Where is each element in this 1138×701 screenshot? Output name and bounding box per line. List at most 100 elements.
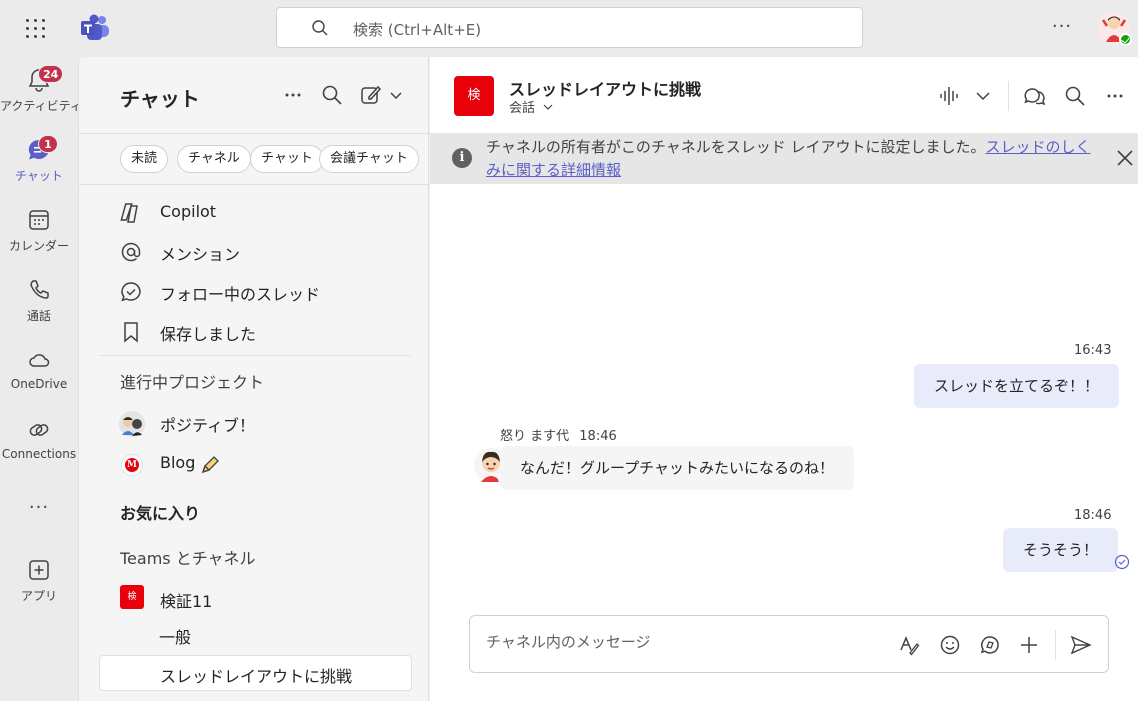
channel-pane: 検 スレッドレイアウトに挑戦 会話 i チャネルの所有者がこのチャネルをスレッド… bbox=[430, 57, 1138, 701]
team-item-kensho11[interactable]: 検 検証11 bbox=[119, 583, 419, 613]
rail-item-calendar[interactable]: カレンダー bbox=[0, 199, 78, 261]
info-icon: i bbox=[452, 148, 472, 168]
app-rail: 24 アクティビティ 1 チャット カレンダー 通話 OneDrive Conn… bbox=[0, 57, 82, 701]
channel-item-label: スレッドレイアウトに挑戦 bbox=[160, 667, 353, 686]
connections-icon bbox=[29, 424, 49, 436]
chat-item-label: Blog bbox=[160, 453, 196, 472]
audio-call-icon[interactable] bbox=[937, 84, 961, 108]
phone-icon bbox=[30, 280, 49, 299]
at-icon bbox=[121, 242, 141, 262]
add-icon[interactable] bbox=[1018, 634, 1040, 656]
chat-item-positive[interactable]: ポジティブ！ bbox=[119, 407, 419, 437]
rail-item-activity[interactable]: 24 アクティビティ bbox=[0, 59, 82, 121]
copilot-icon bbox=[120, 203, 138, 223]
message-timestamp: 18:46 bbox=[1074, 508, 1112, 523]
composer-placeholder: チャネル内のメッセージ bbox=[486, 633, 651, 651]
section-favorites[interactable]: お気に入り bbox=[120, 500, 200, 524]
rail-label: 通話 bbox=[26, 309, 51, 323]
rail-label: アプリ bbox=[20, 589, 57, 603]
rail-item-calls[interactable]: 通話 bbox=[0, 269, 78, 331]
rail-item-connections[interactable]: Connections bbox=[0, 409, 78, 471]
rail-item-onedrive[interactable]: OneDrive bbox=[0, 339, 78, 401]
chat-list-pane: チャット 未読 チャネル チャット 会議チャット Copilot メンション フ… bbox=[78, 57, 430, 701]
rail-label: Connections bbox=[1, 447, 77, 461]
read-receipt-icon bbox=[1114, 554, 1130, 570]
chevron-down-icon bbox=[543, 104, 553, 110]
teams-logo-icon bbox=[81, 14, 109, 40]
format-icon[interactable] bbox=[898, 634, 920, 656]
section-projects[interactable]: 進行中プロジェクト bbox=[120, 369, 264, 393]
message-bubble-other[interactable]: なんだ！グループチャットみたいになるのね！ bbox=[500, 446, 854, 490]
channel-team-avatar: 検 bbox=[454, 76, 494, 116]
message-bubble-mine[interactable]: そうそう！ bbox=[1003, 528, 1119, 572]
message-sender: 怒り ます代 18:46 bbox=[500, 425, 617, 444]
nav-label: Copilot bbox=[160, 202, 217, 221]
chat-list-more-icon[interactable] bbox=[281, 83, 305, 107]
pencil-icon bbox=[201, 456, 219, 474]
search-placeholder: 検索 (Ctrl+Alt+E) bbox=[353, 21, 482, 39]
chat-item-label: ポジティブ！ bbox=[160, 416, 256, 435]
nav-label: フォロー中のスレッド bbox=[160, 285, 321, 304]
search-box[interactable]: 検索 (Ctrl+Alt+E) bbox=[276, 7, 863, 48]
more-options-icon[interactable]: ··· bbox=[1050, 17, 1074, 41]
channel-tab-label: 会話 bbox=[509, 101, 536, 116]
nav-label: 保存しました bbox=[160, 325, 257, 344]
chat-list-search-icon[interactable] bbox=[320, 83, 344, 107]
banner-text: チャネルの所有者がこのチャネルをスレッド レイアウトに設定しました。スレッドのし… bbox=[486, 136, 1106, 182]
message-bubble-mine[interactable]: スレッドを立てるぞ！！ bbox=[914, 364, 1120, 408]
emoji-icon[interactable] bbox=[939, 634, 961, 656]
loop-icon[interactable] bbox=[979, 634, 1001, 656]
more-apps-icon: ··· bbox=[28, 497, 50, 518]
rail-item-apps[interactable]: アプリ bbox=[0, 549, 78, 611]
app-launcher-icon[interactable] bbox=[24, 17, 48, 41]
add-app-icon bbox=[29, 560, 49, 580]
conversation-icon[interactable] bbox=[1023, 84, 1047, 108]
message-timestamp: 18:46 bbox=[579, 429, 617, 444]
section-teams-channels[interactable]: Teams とチャネル bbox=[120, 545, 256, 569]
nav-label: メンション bbox=[160, 245, 241, 264]
channel-item-general[interactable]: 一般 bbox=[159, 624, 191, 648]
rail-label: アクティビティ bbox=[0, 99, 82, 113]
nav-followed-threads[interactable]: フォロー中のスレッド bbox=[119, 276, 419, 306]
team-name: 検証11 bbox=[160, 592, 213, 611]
nav-saved[interactable]: 保存しました bbox=[119, 316, 419, 346]
new-chat-icon[interactable] bbox=[359, 83, 405, 107]
thread-layout-banner: i チャネルの所有者がこのチャネルをスレッド レイアウトに設定しました。スレッド… bbox=[430, 133, 1138, 184]
channel-search-icon[interactable] bbox=[1063, 84, 1087, 108]
close-icon[interactable] bbox=[1116, 149, 1134, 167]
sender-name: 怒り ます代 bbox=[500, 429, 570, 444]
chat-list-title: チャット bbox=[120, 87, 200, 111]
channel-item-thread-layout[interactable]: スレッドレイアウトに挑戦 bbox=[99, 655, 412, 691]
nav-mentions[interactable]: メンション bbox=[119, 236, 419, 266]
bookmark-icon bbox=[124, 322, 138, 343]
nav-copilot[interactable]: Copilot bbox=[119, 197, 419, 227]
filter-meeting-chats[interactable]: 会議チャット bbox=[319, 145, 419, 173]
rail-label: OneDrive bbox=[10, 377, 68, 391]
blog-avatar: M bbox=[121, 454, 143, 476]
rail-label: カレンダー bbox=[8, 239, 69, 253]
user-avatar[interactable] bbox=[1098, 12, 1132, 46]
send-icon[interactable] bbox=[1070, 634, 1092, 656]
chevron-down-icon[interactable] bbox=[971, 84, 995, 108]
message-timestamp: 16:43 bbox=[1074, 343, 1112, 358]
presence-available-icon bbox=[1119, 33, 1132, 46]
filter-channels[interactable]: チャネル bbox=[177, 145, 251, 173]
filter-chats[interactable]: チャット bbox=[250, 145, 324, 173]
top-bar: 検索 (Ctrl+Alt+E) ··· bbox=[0, 0, 1138, 57]
calendar-icon bbox=[29, 210, 49, 230]
channel-more-icon[interactable] bbox=[1103, 84, 1127, 108]
rail-item-chat[interactable]: 1 チャット bbox=[0, 129, 78, 191]
filter-unread[interactable]: 未読 bbox=[120, 145, 169, 173]
blog-avatar-text: M bbox=[125, 458, 139, 472]
chat-badge: 1 bbox=[38, 135, 58, 153]
banner-message: チャネルの所有者がこのチャネルをスレッド レイアウトに設定しました。 bbox=[486, 138, 986, 156]
chat-item-blog[interactable]: M Blog bbox=[119, 448, 419, 478]
group-avatar-icon bbox=[119, 411, 145, 437]
cloud-icon bbox=[29, 354, 50, 367]
message-composer[interactable]: チャネル内のメッセージ bbox=[469, 615, 1109, 673]
rail-item-more[interactable]: ··· bbox=[0, 493, 78, 529]
team-avatar: 検 bbox=[120, 585, 144, 609]
rail-label: チャット bbox=[15, 169, 63, 183]
search-icon bbox=[312, 20, 328, 36]
channel-tab-conversation[interactable]: 会話 bbox=[509, 97, 554, 116]
